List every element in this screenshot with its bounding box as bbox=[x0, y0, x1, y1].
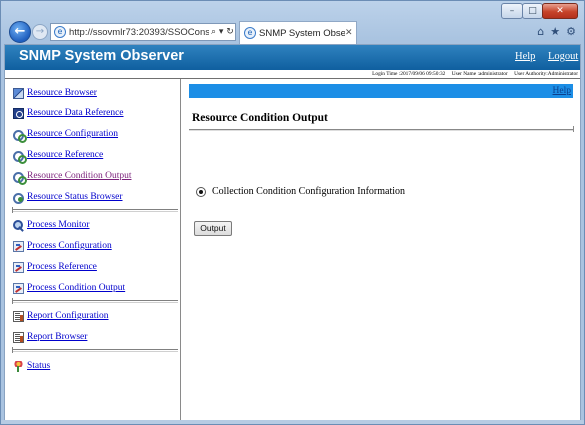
sidebar-item-resource-reference[interactable]: Resource Reference bbox=[13, 148, 103, 164]
browser-nav-row: ← → e http://ssovmlr73:20393/SSOConsole/… bbox=[1, 20, 584, 44]
sidebar-item-process-condition-output[interactable]: Process Condition Output bbox=[13, 281, 125, 295]
tab-page-icon: e bbox=[244, 27, 256, 39]
resource-browser-icon bbox=[13, 87, 24, 99]
sidebar-item-resource-browser[interactable]: Resource Browser bbox=[13, 86, 97, 100]
sidebar-item-label[interactable]: Process Configuration bbox=[27, 240, 112, 252]
sidebar-item-label[interactable]: Resource Configuration bbox=[27, 128, 118, 140]
process-reference-icon bbox=[13, 261, 24, 273]
sidebar-item-label[interactable]: Resource Reference bbox=[27, 149, 103, 161]
back-arrow-icon[interactable]: ← bbox=[9, 21, 31, 43]
sidebar-divider bbox=[12, 207, 178, 213]
process-config-icon bbox=[13, 240, 24, 252]
sidebar-item-label[interactable]: Resource Data Reference bbox=[27, 107, 124, 119]
collection-condition-radio[interactable] bbox=[196, 187, 206, 197]
sidebar-item-resource-data-reference[interactable]: Resource Data Reference bbox=[13, 106, 124, 120]
address-bar[interactable]: e http://ssovmlr73:20393/SSOConsole/main… bbox=[50, 23, 236, 41]
sidebar-item-resource-condition-output[interactable]: Resource Condition Output bbox=[13, 169, 132, 185]
condition-output-icon bbox=[13, 170, 27, 185]
sidebar-item-label[interactable]: Report Configuration bbox=[27, 310, 109, 322]
configuration-gear-icon bbox=[13, 128, 27, 143]
tab-close-icon[interactable]: ✕ bbox=[345, 28, 353, 38]
main-title-bar: Help bbox=[189, 84, 573, 98]
sidebar-item-status[interactable]: Status bbox=[13, 359, 50, 373]
login-time: Login Time :2017/09/06 09:50:32 bbox=[372, 71, 446, 77]
window-controls: – □ ✕ bbox=[501, 3, 578, 20]
sidebar-item-report-browser[interactable]: Report Browser bbox=[13, 330, 87, 344]
maximize-button[interactable]: □ bbox=[522, 3, 543, 19]
sidebar-item-label[interactable]: Resource Browser bbox=[27, 87, 97, 99]
forward-arrow-icon[interactable]: → bbox=[32, 24, 48, 40]
minimize-button[interactable]: – bbox=[501, 3, 523, 19]
report-browser-icon bbox=[13, 331, 24, 343]
ie-page-icon: e bbox=[54, 26, 66, 38]
process-condition-icon bbox=[13, 282, 24, 294]
header-help-link[interactable]: Help bbox=[515, 50, 535, 64]
sidebar-item-report-configuration[interactable]: Report Configuration bbox=[13, 309, 109, 323]
browser-window: – □ ✕ ← → e http://ssovmlr73:20393/SSOCo… bbox=[0, 0, 585, 425]
main-help-link[interactable]: Help bbox=[553, 85, 571, 97]
app-title: SNMP System Observer bbox=[19, 48, 184, 64]
home-icon[interactable]: ⌂ bbox=[537, 25, 544, 38]
sidebar-item-label[interactable]: Process Monitor bbox=[27, 219, 90, 231]
sidebar-divider bbox=[12, 298, 178, 304]
left-navigation: Resource Browser Resource Data Reference… bbox=[6, 79, 181, 420]
close-window-button[interactable]: ✕ bbox=[542, 3, 578, 19]
status-browser-icon bbox=[13, 192, 24, 204]
data-reference-icon bbox=[13, 107, 24, 119]
collection-condition-option[interactable]: Collection Condition Configuration Infor… bbox=[196, 186, 405, 198]
sidebar-item-process-reference[interactable]: Process Reference bbox=[13, 260, 97, 274]
logout-link[interactable]: Logout bbox=[548, 50, 578, 64]
gear-icon[interactable]: ⚙ bbox=[566, 25, 576, 38]
sidebar-item-label[interactable]: Process Condition Output bbox=[27, 282, 125, 294]
output-button[interactable]: Output bbox=[194, 221, 232, 236]
tab-title: SNMP System Observer bbox=[259, 27, 345, 39]
page-title: Resource Condition Output bbox=[192, 112, 328, 124]
sidebar-item-label[interactable]: Status bbox=[27, 360, 50, 372]
star-icon[interactable]: ★ bbox=[550, 25, 560, 38]
sidebar-item-label[interactable]: Report Browser bbox=[27, 331, 87, 343]
sidebar-item-resource-status-browser[interactable]: Resource Status Browser bbox=[13, 190, 123, 204]
sidebar-divider bbox=[12, 347, 178, 353]
sidebar-item-resource-configuration[interactable]: Resource Configuration bbox=[13, 127, 118, 143]
status-flower-icon bbox=[13, 360, 24, 372]
browser-toolbar-icons: ⌂ ★ ⚙ bbox=[537, 25, 576, 38]
report-config-icon bbox=[13, 310, 24, 322]
sidebar-item-label[interactable]: Resource Condition Output bbox=[27, 170, 132, 182]
address-url[interactable]: http://ssovmlr73:20393/SSOConsole/main bbox=[69, 27, 209, 38]
session-info-bar: Login Time :2017/09/06 09:50:32 User Nam… bbox=[5, 70, 580, 78]
reference-gear-icon bbox=[13, 149, 27, 164]
collection-condition-label: Collection Condition Configuration Infor… bbox=[212, 186, 406, 197]
address-tools-icon[interactable]: ⌕ ▾ ↻ bbox=[211, 27, 234, 37]
title-divider bbox=[189, 126, 574, 132]
magnifier-icon bbox=[13, 219, 24, 231]
sidebar-item-process-monitor[interactable]: Process Monitor bbox=[13, 218, 90, 232]
sidebar-item-label[interactable]: Process Reference bbox=[27, 261, 97, 273]
sidebar-item-label[interactable]: Resource Status Browser bbox=[27, 191, 123, 203]
user-name: User Name :administrator bbox=[451, 71, 508, 77]
window-bottom-edge bbox=[1, 420, 584, 424]
user-authority: User Authority:Administrator bbox=[514, 71, 578, 77]
page-viewport: SNMP System Observer Help Logout Login T… bbox=[4, 44, 581, 421]
sidebar-item-process-configuration[interactable]: Process Configuration bbox=[13, 239, 112, 253]
browser-tab[interactable]: e SNMP System Observer ✕ bbox=[239, 21, 357, 44]
app-header: SNMP System Observer Help Logout bbox=[5, 45, 580, 70]
main-content: Help Resource Condition Output Collectio… bbox=[182, 79, 580, 420]
